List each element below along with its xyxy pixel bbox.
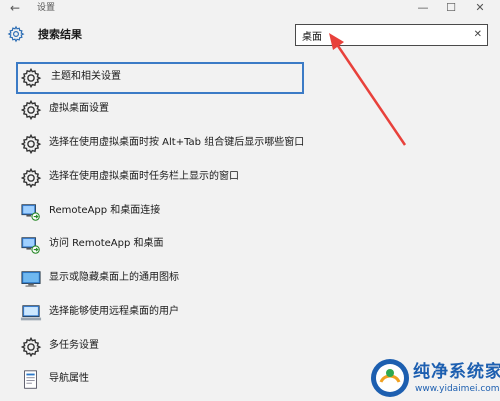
result-item[interactable]: 导航属性 <box>16 364 304 396</box>
close-button[interactable]: ✕ <box>470 0 490 16</box>
page-title: 搜索结果 <box>38 28 82 41</box>
result-label: 访问 RemoteApp 和桌面 <box>49 238 164 249</box>
gear-icon <box>20 133 42 155</box>
result-item[interactable]: RemoteApp 和桌面连接 <box>16 196 304 228</box>
navigation-properties-icon <box>24 370 37 389</box>
result-label: 选择能够使用远程桌面的用户 <box>49 306 179 317</box>
desktop-monitor-icon <box>21 271 41 287</box>
watermark-name: 纯净系统家园 <box>413 362 500 382</box>
gear-icon <box>7 25 25 43</box>
result-label: 选择在使用虚拟桌面时任务栏上显示的窗口 <box>49 171 239 182</box>
gear-icon <box>20 336 42 358</box>
watermark-url: www.yidaimei.com <box>415 384 500 394</box>
result-item[interactable]: 选择在使用虚拟桌面时任务栏上显示的窗口 <box>16 162 304 194</box>
clear-search-icon[interactable]: ✕ <box>474 28 482 42</box>
result-item[interactable]: 选择能够使用远程桌面的用户 <box>16 297 304 329</box>
header: 搜索结果 ✕ <box>0 18 500 52</box>
title-bar: ← 设置 — ☐ ✕ <box>0 0 500 18</box>
remote-users-icon <box>20 305 42 321</box>
result-item[interactable]: 多任务设置 <box>16 331 304 363</box>
result-label: 选择在使用虚拟桌面时按 Alt+Tab 组合键后显示哪些窗口 <box>49 137 305 148</box>
gear-icon <box>20 167 42 189</box>
result-label: 显示或隐藏桌面上的通用图标 <box>49 272 179 283</box>
watermark: 纯净系统家园 www.yidaimei.com <box>365 355 500 401</box>
back-arrow-icon[interactable]: ← <box>10 0 20 16</box>
window-title: 设置 <box>37 3 56 13</box>
result-item[interactable]: 选择在使用虚拟桌面时按 Alt+Tab 组合键后显示哪些窗口 <box>16 128 304 160</box>
result-label: 虚拟桌面设置 <box>49 103 109 114</box>
result-item[interactable]: 主题和相关设置 <box>16 62 304 94</box>
search-input[interactable] <box>302 28 462 42</box>
result-item[interactable]: 显示或隐藏桌面上的通用图标 <box>16 263 304 295</box>
maximize-button[interactable]: ☐ <box>441 0 461 16</box>
result-item[interactable]: 访问 RemoteApp 和桌面 <box>16 229 304 261</box>
result-label: 多任务设置 <box>49 340 99 351</box>
result-label: RemoteApp 和桌面连接 <box>49 205 161 216</box>
remote-desktop-icon <box>21 204 40 221</box>
watermark-logo-icon <box>371 359 409 397</box>
result-label: 导航属性 <box>49 373 89 384</box>
remote-desktop-icon <box>21 237 40 254</box>
gear-icon <box>20 99 42 121</box>
search-box[interactable]: ✕ <box>295 24 488 46</box>
gear-icon <box>20 67 42 89</box>
result-label: 主题和相关设置 <box>51 71 121 82</box>
minimize-button[interactable]: — <box>413 0 433 16</box>
result-item[interactable]: 虚拟桌面设置 <box>16 94 304 126</box>
